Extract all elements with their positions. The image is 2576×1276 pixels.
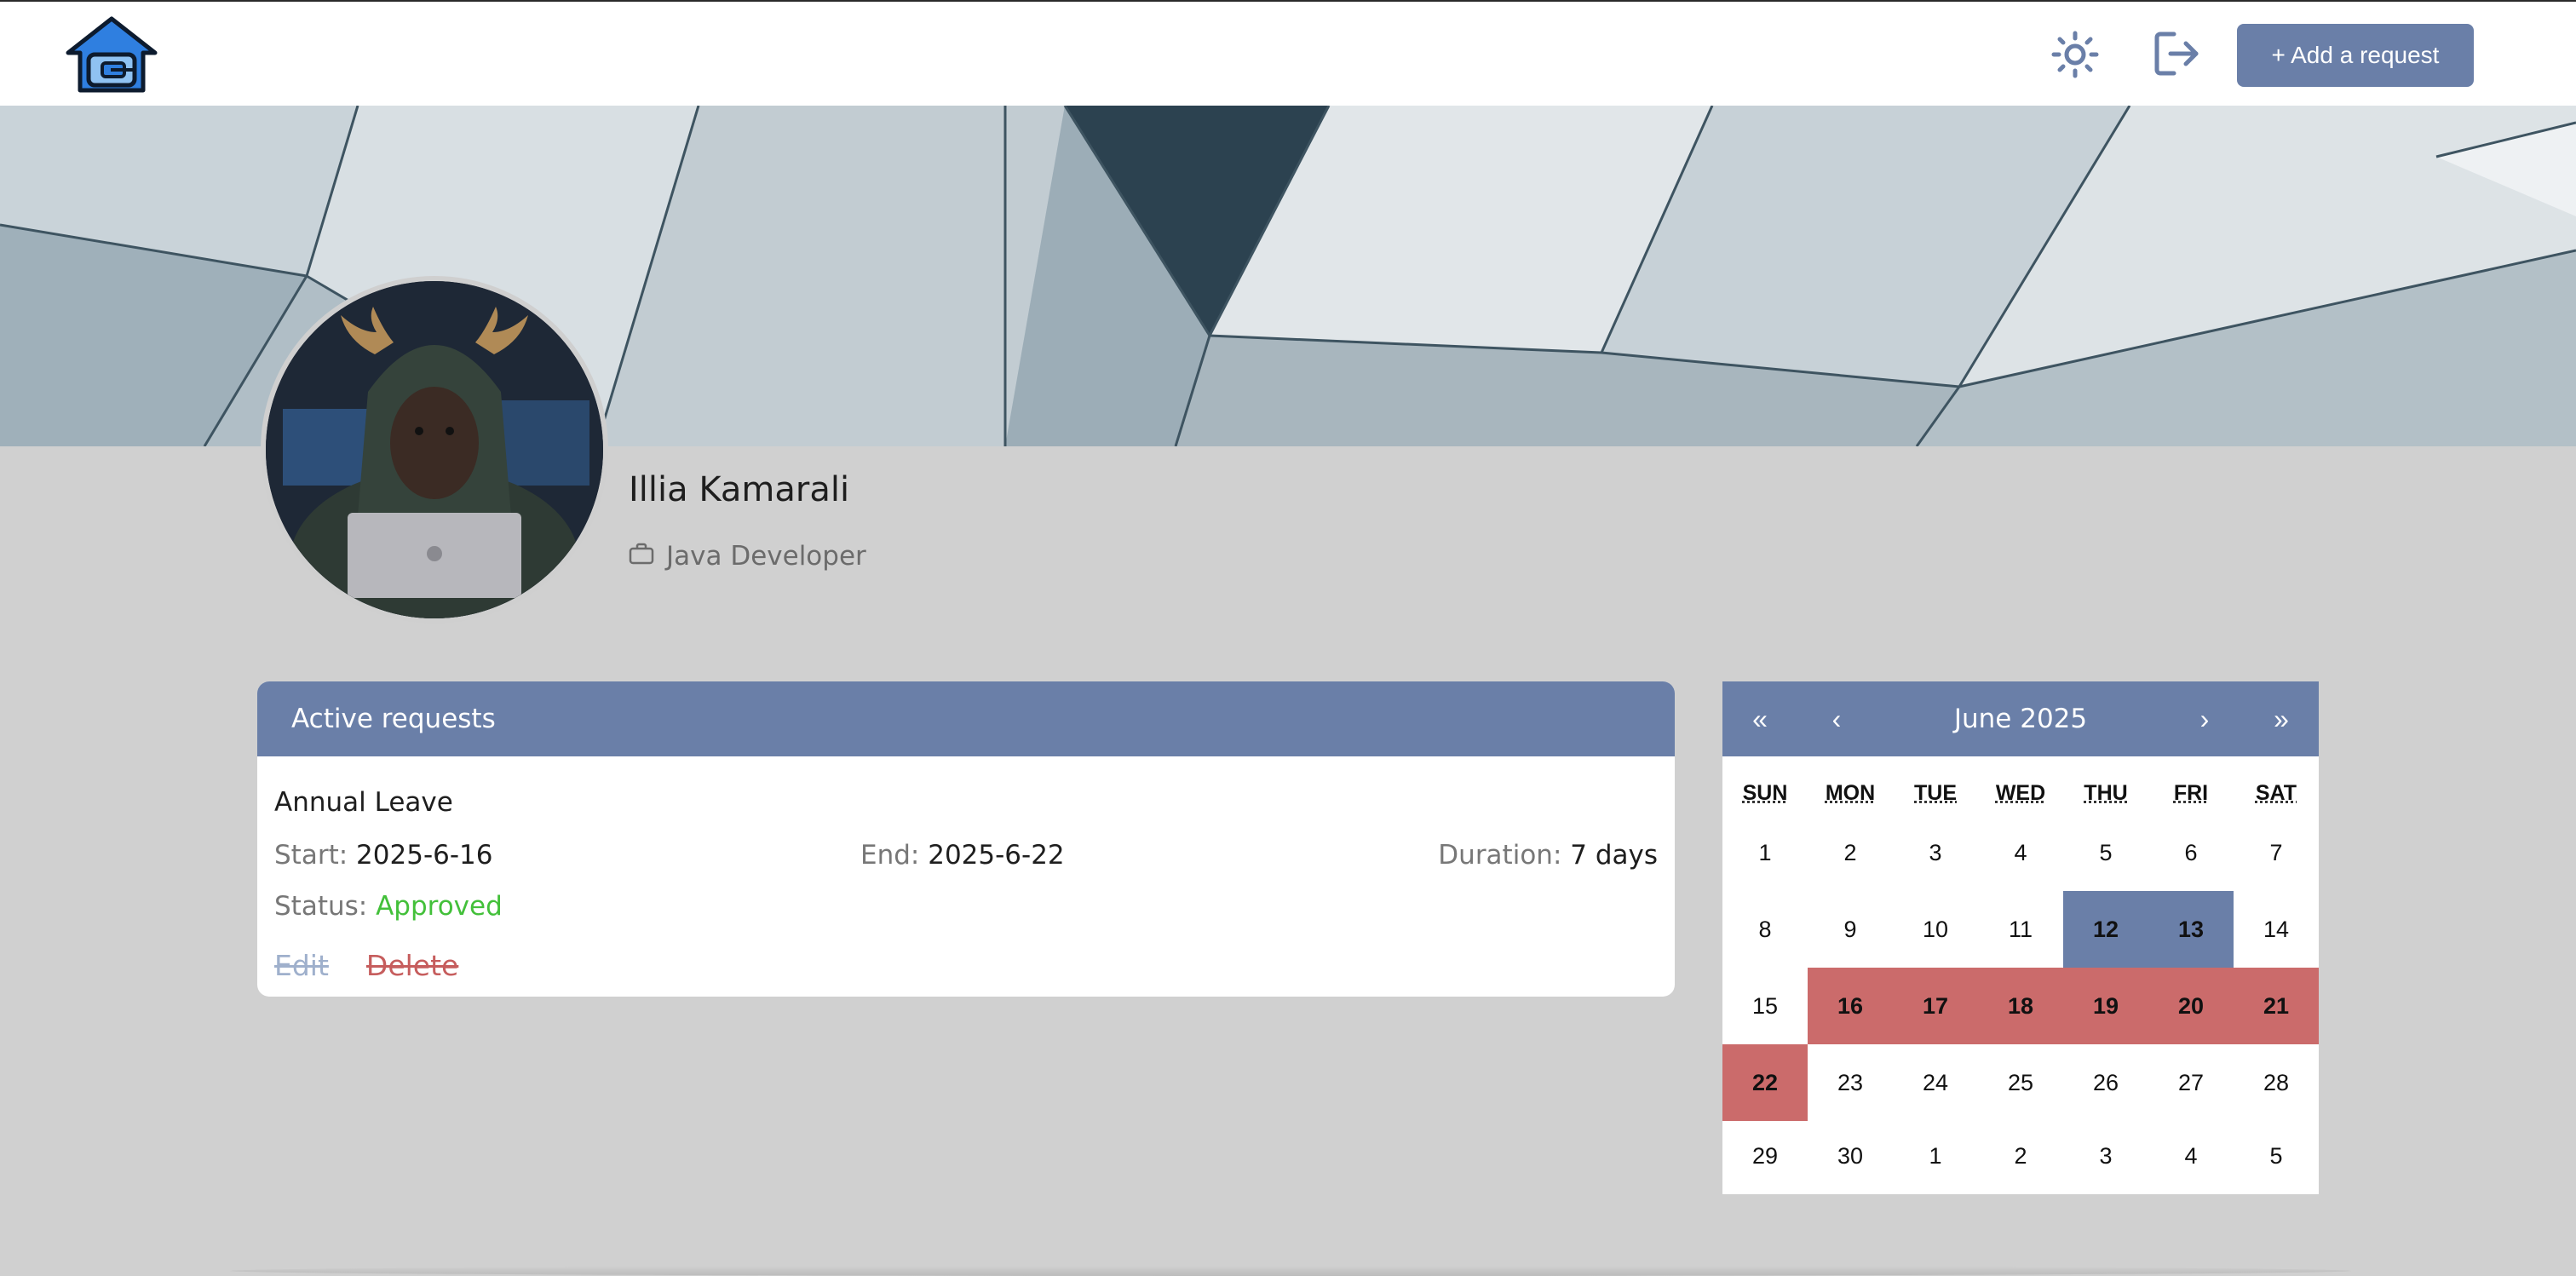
- calendar-weekdays: SUN MON TUE WED THU FRI SAT: [1722, 772, 2319, 814]
- prev-year-button[interactable]: «: [1734, 681, 1785, 756]
- calendar-day[interactable]: 27: [2148, 1044, 2234, 1121]
- calendar-day[interactable]: 4: [1978, 814, 2063, 891]
- profile-role: Java Developer: [629, 537, 866, 576]
- delete-request-button[interactable]: Delete: [366, 949, 458, 982]
- request-status: Status: Approved: [274, 891, 503, 922]
- calendar-day[interactable]: 14: [2234, 891, 2319, 968]
- request-end: End: 2025-6-22: [860, 840, 1065, 871]
- avatar: [261, 276, 608, 624]
- request-item: Annual Leave Start: 2025-6-16 End: 2025-…: [257, 756, 1675, 997]
- house-logo-icon[interactable]: [63, 15, 160, 94]
- calendar-day[interactable]: 17: [1893, 968, 1978, 1044]
- calendar-day[interactable]: 30: [1808, 1121, 1893, 1191]
- calendar-day[interactable]: 18: [1978, 968, 2063, 1044]
- calendar-day[interactable]: 12: [2063, 891, 2148, 968]
- calendar-day[interactable]: 13: [2148, 891, 2234, 968]
- calendar-month-label[interactable]: June 2025: [1850, 681, 2191, 756]
- calendar-day[interactable]: 20: [2148, 968, 2234, 1044]
- calendar-day[interactable]: 23: [1808, 1044, 1893, 1121]
- sun-icon: [2051, 31, 2099, 82]
- calendar-day[interactable]: 4: [2148, 1121, 2234, 1191]
- calendar-day[interactable]: 22: [1722, 1044, 1808, 1121]
- end-value: 2025-6-22: [928, 840, 1065, 871]
- profile-name: Illia Kamarali: [629, 470, 850, 509]
- weekday-wed: WED: [1995, 780, 2046, 805]
- calendar-day[interactable]: 3: [2063, 1121, 2148, 1191]
- calendar-day[interactable]: 15: [1722, 968, 1808, 1044]
- weekday-tue: TUE: [1914, 780, 1957, 805]
- calendar-day[interactable]: 1: [1722, 814, 1808, 891]
- calendar-day[interactable]: 2: [1808, 814, 1893, 891]
- top-navbar: + Add a request: [0, 0, 2576, 106]
- calendar-day[interactable]: 24: [1893, 1044, 1978, 1121]
- request-duration: Duration: 7 days: [1438, 840, 1658, 871]
- calendar-day[interactable]: 19: [2063, 968, 2148, 1044]
- calendar-day[interactable]: 8: [1722, 891, 1808, 968]
- role-label: Java Developer: [666, 541, 866, 572]
- status-label: Status:: [274, 891, 368, 922]
- add-request-button[interactable]: + Add a request: [2237, 24, 2474, 87]
- calendar-day[interactable]: 16: [1808, 968, 1893, 1044]
- calendar-day[interactable]: 29: [1722, 1121, 1808, 1191]
- calendar-day[interactable]: 3: [1893, 814, 1978, 891]
- weekday-sun: SUN: [1742, 780, 1788, 805]
- request-start: Start: 2025-6-16: [274, 840, 492, 871]
- calendar: « ‹ June 2025 › » SUN MON TUE WED THU FR…: [1722, 681, 2319, 1194]
- end-label: End:: [860, 840, 920, 871]
- calendar-day[interactable]: 25: [1978, 1044, 2063, 1121]
- briefcase-icon: [629, 541, 654, 572]
- calendar-day[interactable]: 26: [2063, 1044, 2148, 1121]
- theme-toggle-button[interactable]: [2048, 29, 2102, 83]
- calendar-navigation: « ‹ June 2025 › »: [1722, 681, 2319, 756]
- active-requests-card: Active requests Annual Leave Start: 2025…: [257, 681, 1675, 997]
- start-label: Start:: [274, 840, 348, 871]
- calendar-day[interactable]: 11: [1978, 891, 2063, 968]
- calendar-day[interactable]: 10: [1893, 891, 1978, 968]
- logout-icon: [2152, 29, 2201, 82]
- calendar-day[interactable]: 2: [1978, 1121, 2063, 1191]
- calendar-day[interactable]: 7: [2234, 814, 2319, 891]
- calendar-day[interactable]: 6: [2148, 814, 2234, 891]
- calendar-day[interactable]: 5: [2234, 1121, 2319, 1191]
- calendar-day[interactable]: 21: [2234, 968, 2319, 1044]
- calendar-days-grid: 1 2 3 4 5 6 7 8 9 10 11 12 13 14 15 16 17 18 19 20 21 22 23 24 2…: [1722, 814, 2319, 1191]
- calendar-day[interactable]: 9: [1808, 891, 1893, 968]
- edit-request-button[interactable]: Edit: [274, 949, 329, 982]
- calendar-day[interactable]: 1: [1893, 1121, 1978, 1191]
- logout-button[interactable]: [2148, 27, 2205, 83]
- weekday-thu: THU: [2084, 780, 2128, 805]
- request-actions: Edit Delete: [274, 949, 458, 982]
- calendar-day[interactable]: 28: [2234, 1044, 2319, 1121]
- start-value: 2025-6-16: [356, 840, 493, 871]
- status-badge: Approved: [376, 891, 503, 922]
- active-requests-title: Active requests: [257, 681, 1675, 756]
- next-month-button[interactable]: ›: [2179, 681, 2230, 756]
- calendar-day[interactable]: 5: [2063, 814, 2148, 891]
- weekday-fri: FRI: [2173, 780, 2209, 805]
- next-year-button[interactable]: »: [2256, 681, 2307, 756]
- page-bottom-shadow: [230, 1266, 2351, 1276]
- weekday-sat: SAT: [2255, 780, 2297, 805]
- weekday-mon: MON: [1825, 780, 1876, 805]
- duration-label: Duration:: [1438, 840, 1562, 871]
- duration-value: 7 days: [1570, 840, 1658, 871]
- request-type: Annual Leave: [274, 787, 453, 818]
